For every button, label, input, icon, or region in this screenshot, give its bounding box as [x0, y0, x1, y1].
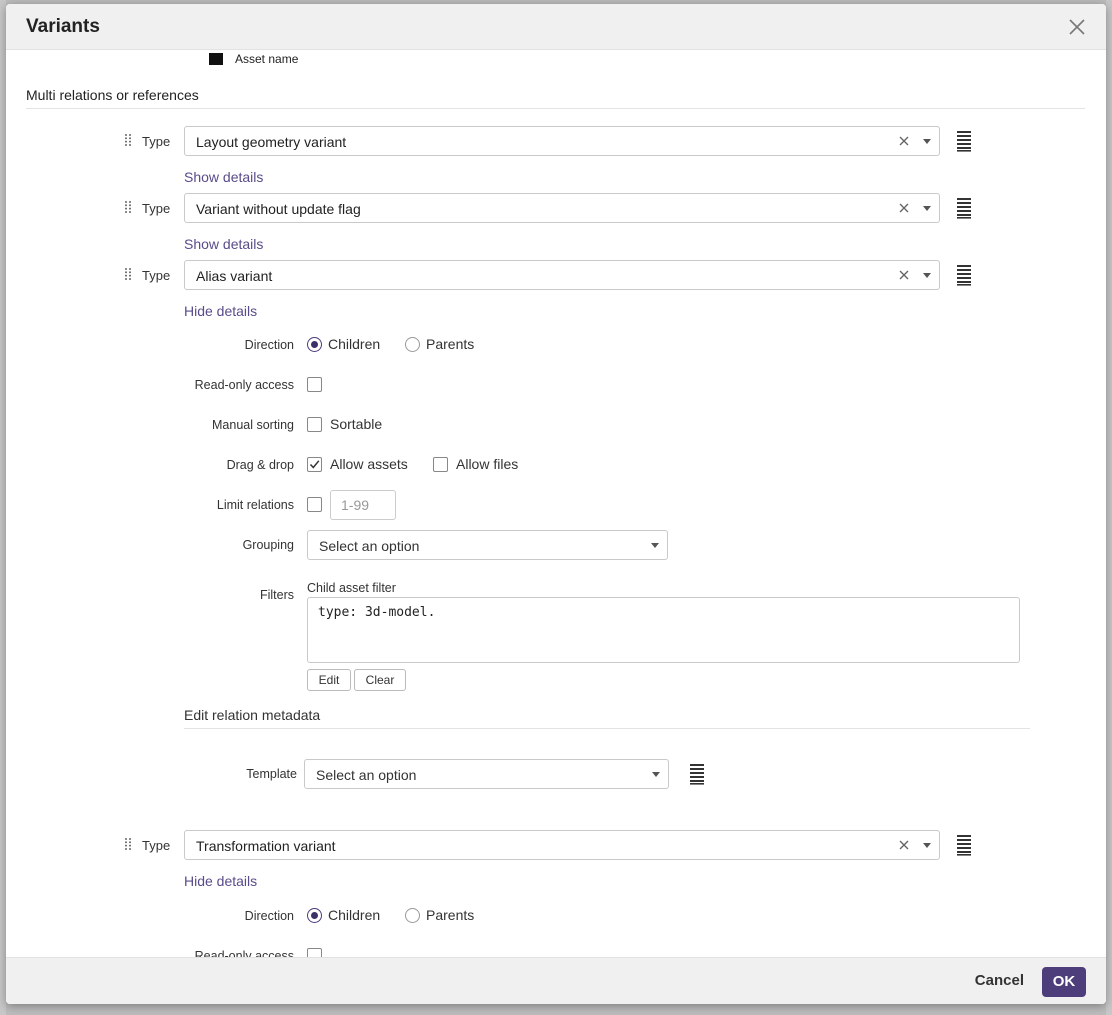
- direction-parents-label: Parents: [426, 336, 475, 352]
- direction-children-radio[interactable]: [307, 337, 322, 352]
- section-divider: [26, 108, 1085, 109]
- sortable-label: Sortable: [330, 416, 383, 432]
- hide-details-link[interactable]: Hide details: [184, 873, 257, 889]
- direction-parents-label: Parents: [426, 907, 475, 923]
- asset-name-row: Asset name: [209, 50, 298, 68]
- clear-icon[interactable]: [897, 838, 911, 852]
- template-select[interactable]: Select an option: [304, 759, 669, 789]
- chevron-down-icon[interactable]: [652, 772, 660, 777]
- type-select[interactable]: Layout geometry variant: [184, 126, 940, 156]
- type-row: Type Alias variant: [124, 260, 984, 290]
- drag-handle-icon[interactable]: [124, 133, 132, 147]
- readonly-checkbox[interactable]: [307, 377, 322, 392]
- direction-children-radio[interactable]: [307, 908, 322, 923]
- clear-icon[interactable]: [897, 201, 911, 215]
- edit-filter-button[interactable]: Edit: [307, 669, 351, 691]
- dialog-title: Variants: [26, 16, 100, 37]
- type-select-value: Alias variant: [196, 268, 273, 284]
- type-select-value: Variant without update flag: [196, 201, 361, 217]
- show-details-link[interactable]: Show details: [184, 236, 263, 252]
- asset-name-label: Asset name: [235, 52, 299, 66]
- child-filter-textarea[interactable]: type: 3d-model.: [307, 597, 1020, 663]
- variants-dialog: Variants Asset name Multi relations or r…: [6, 4, 1106, 1004]
- child-filter-label: Child asset filter: [307, 581, 396, 595]
- type-label: Type: [142, 134, 171, 149]
- direction-label: Direction: [244, 909, 294, 923]
- allow-assets-checkbox[interactable]: [307, 457, 322, 472]
- chevron-down-icon[interactable]: [923, 206, 931, 211]
- type-label: Type: [142, 838, 171, 853]
- close-icon[interactable]: [1066, 16, 1088, 38]
- direction-parents-radio[interactable]: [405, 337, 420, 352]
- type-row: Type Layout geometry variant: [124, 126, 984, 156]
- clear-icon[interactable]: [897, 268, 911, 282]
- type-label: Type: [142, 268, 171, 283]
- template-menu-icon[interactable]: [689, 763, 705, 785]
- asset-square-icon: [209, 53, 223, 65]
- template-label: Template: [246, 767, 297, 781]
- allow-files-label: Allow files: [456, 456, 519, 472]
- direction-label: Direction: [244, 338, 294, 352]
- grouping-select-value: Select an option: [319, 538, 420, 554]
- readonly-label: Read-only access: [194, 378, 294, 392]
- template-select-value: Select an option: [316, 767, 417, 783]
- drag-handle-icon[interactable]: [124, 200, 132, 214]
- ok-button[interactable]: OK: [1042, 967, 1086, 997]
- type-row: Type Variant without update flag: [124, 193, 984, 223]
- show-details-link[interactable]: Show details: [184, 169, 263, 185]
- background-right-strip: [1106, 0, 1112, 1015]
- menu-icon[interactable]: [956, 834, 972, 856]
- grouping-label: Grouping: [242, 538, 294, 552]
- cancel-button[interactable]: Cancel: [975, 972, 1024, 989]
- readonly-checkbox[interactable]: [307, 948, 322, 957]
- type-label: Type: [142, 201, 171, 216]
- clear-icon[interactable]: [897, 134, 911, 148]
- section-title: Multi relations or references: [26, 87, 199, 103]
- relation-metadata-divider: [184, 728, 1030, 729]
- manual-sorting-label: Manual sorting: [212, 418, 294, 432]
- grouping-select[interactable]: Select an option: [307, 530, 668, 560]
- relation-metadata-title: Edit relation metadata: [184, 707, 321, 723]
- sortable-checkbox[interactable]: [307, 417, 322, 432]
- direction-parents-radio[interactable]: [405, 908, 420, 923]
- direction-children-label: Children: [328, 336, 381, 352]
- limit-relations-label: Limit relations: [216, 498, 294, 512]
- clear-filter-button[interactable]: Clear: [354, 669, 406, 691]
- menu-icon[interactable]: [956, 130, 972, 152]
- type-select[interactable]: Alias variant: [184, 260, 940, 290]
- drag-handle-icon[interactable]: [124, 837, 132, 851]
- chevron-down-icon[interactable]: [651, 543, 659, 548]
- checkmark-icon: [309, 460, 320, 469]
- hide-details-link[interactable]: Hide details: [184, 303, 257, 319]
- type-select-value: Layout geometry variant: [196, 134, 347, 150]
- drag-handle-icon[interactable]: [124, 267, 132, 281]
- dialog-footer: Cancel OK: [6, 957, 1106, 1004]
- allow-assets-label: Allow assets: [330, 456, 408, 472]
- dialog-body: Asset name Multi relations or references…: [6, 50, 1106, 957]
- dialog-header: Variants: [6, 4, 1106, 50]
- type-select[interactable]: Variant without update flag: [184, 193, 940, 223]
- chevron-down-icon[interactable]: [923, 843, 931, 848]
- chevron-down-icon[interactable]: [923, 273, 931, 278]
- dragdrop-label: Drag & drop: [226, 458, 294, 472]
- menu-icon[interactable]: [956, 264, 972, 286]
- limit-relations-checkbox[interactable]: [307, 497, 322, 512]
- type-row: Type Transformation variant: [124, 830, 984, 860]
- filters-label: Filters: [259, 588, 294, 602]
- menu-icon[interactable]: [956, 197, 972, 219]
- limit-relations-input[interactable]: 1-99: [330, 490, 396, 520]
- chevron-down-icon[interactable]: [923, 139, 931, 144]
- readonly-label: Read-only access: [194, 949, 294, 957]
- type-select[interactable]: Transformation variant: [184, 830, 940, 860]
- allow-files-checkbox[interactable]: [433, 457, 448, 472]
- direction-children-label: Children: [328, 907, 381, 923]
- type-select-value: Transformation variant: [196, 838, 336, 854]
